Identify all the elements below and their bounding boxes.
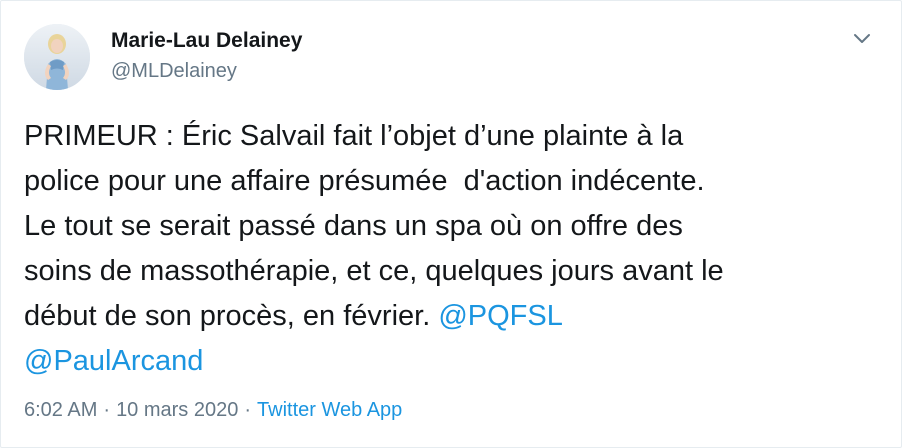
tweet-metadata: 6:02 AM · 10 mars 2020 · Twitter Web App [24,398,402,422]
more-options-button[interactable] [851,31,873,47]
author-display-name[interactable]: Marie-Lau Delainey [111,29,302,53]
tweet-source-link[interactable]: Twitter Web App [257,399,402,421]
tweet-body: PRIMEUR : Éric Salvail fait l’objet d’un… [24,120,724,332]
tweet-date[interactable]: 10 mars 2020 [116,399,238,421]
profile-photo-icon [24,24,90,90]
meta-separator: · [103,399,111,421]
avatar[interactable] [24,24,90,90]
tweet-time[interactable]: 6:02 AM [24,399,97,421]
chevron-down-icon [854,34,870,43]
meta-separator: · [244,399,252,421]
tweet-text: PRIMEUR : Éric Salvail fait l’objet d’un… [24,114,874,384]
mention-link-pqfsl[interactable]: @PQFSL [438,300,563,332]
tweet-card: Marie-Lau Delainey @MLDelainey PRIMEUR :… [0,0,902,448]
author-block[interactable]: Marie-Lau Delainey @MLDelainey [111,29,302,83]
mention-link-paularcand[interactable]: @PaulArcand [24,345,203,377]
author-handle[interactable]: @MLDelainey [111,59,302,83]
